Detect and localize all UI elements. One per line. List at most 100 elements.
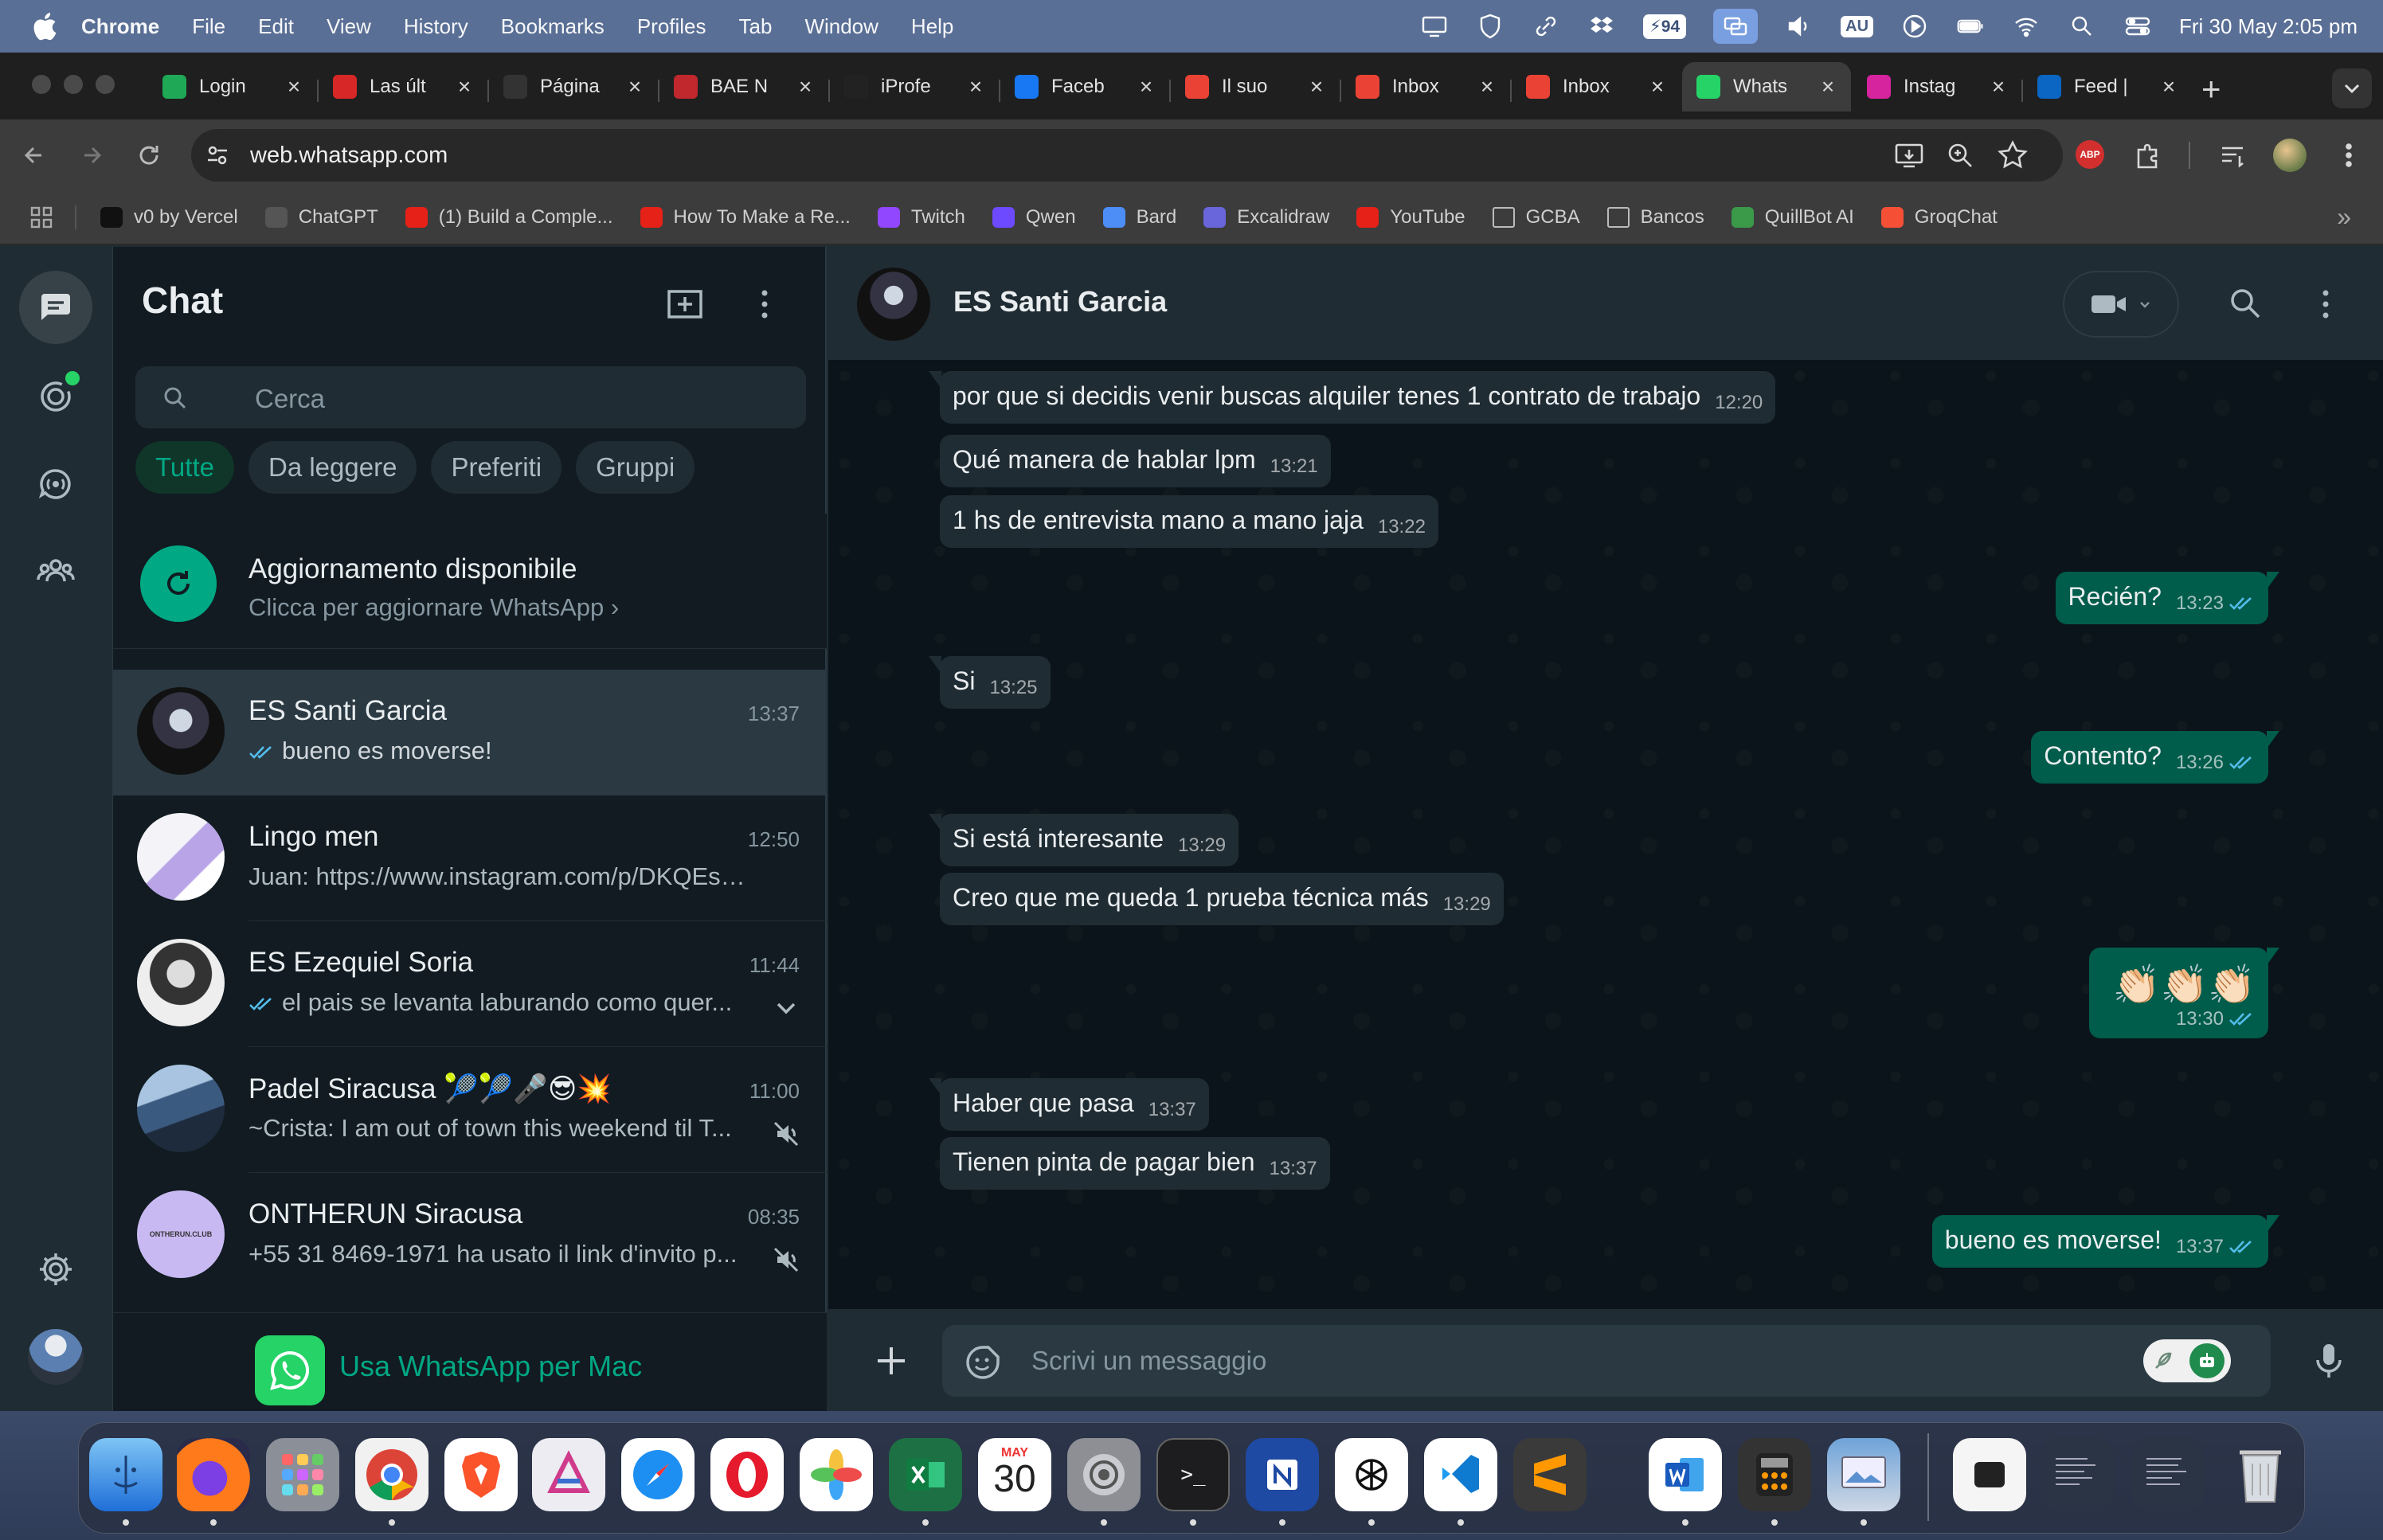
tab-close-icon[interactable]: ×: [1990, 74, 2007, 100]
rail-profile-button[interactable]: [19, 1320, 92, 1393]
control-center-icon[interactable]: [2123, 12, 2152, 41]
filter-chip-groups[interactable]: Gruppi: [576, 441, 695, 494]
menu-view[interactable]: View: [327, 14, 371, 39]
menu-history[interactable]: History: [404, 14, 468, 39]
filter-chip-favorites[interactable]: Preferiti: [431, 441, 562, 494]
dock-photos-icon[interactable]: [800, 1438, 873, 1511]
bookmark-12[interactable]: GroqChat: [1880, 206, 1998, 229]
tab-ml-1[interactable]: Las últ ×: [319, 62, 487, 111]
volume-icon[interactable]: [1785, 12, 1814, 41]
incoming-message[interactable]: Creo que me queda 1 prueba técnica más 13…: [940, 873, 1504, 925]
incoming-message[interactable]: por que si decidis venir buscas alquiler…: [929, 371, 1776, 424]
tab-close-icon[interactable]: ×: [626, 74, 644, 100]
kebab-menu-icon[interactable]: [2332, 139, 2365, 172]
bookmark-3[interactable]: How To Make a Re...: [640, 206, 851, 229]
bookmark-7[interactable]: Excalidraw: [1203, 206, 1329, 229]
chat-row-ezequiel-soria[interactable]: ES Ezequiel Soria 11:44 el pais se levan…: [113, 921, 827, 1047]
rail-status-button[interactable]: [19, 360, 92, 433]
reading-list-icon[interactable]: [2216, 139, 2249, 172]
chat-row-lingo-men[interactable]: Lingo men 12:50 Juan: https://www.instag…: [113, 795, 827, 921]
dock-opera-icon[interactable]: [710, 1438, 784, 1511]
menu-file[interactable]: File: [192, 14, 225, 39]
dock-finder-icon[interactable]: [89, 1438, 162, 1511]
play-icon[interactable]: [1900, 12, 1929, 41]
tab-close-icon[interactable]: ×: [1478, 74, 1496, 100]
dock-notion-icon[interactable]: [1246, 1438, 1319, 1511]
menu-edit[interactable]: Edit: [258, 14, 294, 39]
dock-firefox-icon[interactable]: [177, 1438, 250, 1511]
outgoing-message[interactable]: Contento? 13:26: [2031, 731, 2279, 784]
dock-chatgpt-icon[interactable]: [1335, 1438, 1408, 1511]
dock-system-settings-icon[interactable]: [1067, 1438, 1141, 1511]
dock-launchpad-icon[interactable]: [266, 1438, 339, 1511]
menu-app-chrome[interactable]: Chrome: [81, 14, 159, 39]
tab-close-icon[interactable]: ×: [1649, 74, 1666, 100]
link-icon[interactable]: [1532, 12, 1560, 41]
dock-preview-icon[interactable]: [1827, 1438, 1900, 1511]
emoji-sticker-icon[interactable]: [965, 1344, 1001, 1381]
attach-plus-icon[interactable]: [873, 1343, 910, 1379]
tab-facebook-5[interactable]: Faceb ×: [1000, 62, 1169, 111]
tab-instagram-10[interactable]: Instag ×: [1853, 62, 2021, 111]
incoming-message[interactable]: 1 hs de entrevista mano a mano jaja 13:22: [940, 495, 1438, 548]
back-arrow-icon[interactable]: [16, 137, 53, 174]
shield-icon[interactable]: [1476, 12, 1505, 41]
menu-bookmarks[interactable]: Bookmarks: [501, 14, 605, 39]
tab-whatsapp-9[interactable]: Whats ×: [1682, 62, 1851, 111]
dock-word-icon[interactable]: [1649, 1438, 1722, 1511]
chat-list-menu-icon[interactable]: [755, 285, 774, 323]
dock-affinity-icon[interactable]: [532, 1438, 605, 1511]
reload-icon[interactable]: [131, 137, 167, 174]
incoming-message[interactable]: Si está interesante 13:29: [929, 814, 1239, 866]
tab-linkedin-11[interactable]: Feed | ×: [2023, 62, 2192, 111]
chat-row-padel-siracusa[interactable]: Padel Siracusa 🎾🎾🎤😎💥 11:00 ~Crista: I am…: [113, 1047, 827, 1173]
tab-search-button[interactable]: [2332, 68, 2372, 108]
bookmark-2[interactable]: (1) Build a Comple...: [405, 206, 613, 229]
search-icon[interactable]: [2227, 285, 2264, 322]
bookmark-star-icon[interactable]: [1996, 139, 2029, 172]
dock-recent-window-2[interactable]: [2131, 1438, 2205, 1511]
more-bookmarks-chevron-icon[interactable]: »: [2337, 202, 2351, 232]
extensions-puzzle-icon[interactable]: [2131, 139, 2165, 172]
new-tab-button[interactable]: +: [2201, 70, 2221, 108]
window-zoom-button[interactable]: [96, 75, 115, 94]
bookmark-9[interactable]: GCBA: [1492, 206, 1580, 229]
profile-avatar[interactable]: [2273, 139, 2307, 172]
bookmark-1[interactable]: ChatGPT: [264, 206, 378, 229]
outgoing-message[interactable]: 👏🏻👏🏻👏🏻 13:30: [2088, 948, 2279, 1038]
incoming-message[interactable]: Qué manera de hablar lpm 13:21: [940, 435, 1331, 487]
message-input[interactable]: Scrivi un messaggio: [942, 1325, 2271, 1397]
tab-bae-3[interactable]: BAE N ×: [659, 62, 828, 111]
bookmark-6[interactable]: Bard: [1102, 206, 1176, 229]
tab-gmail-6[interactable]: Il suo ×: [1171, 62, 1340, 111]
wifi-icon[interactable]: [2012, 12, 2041, 41]
tab-close-icon[interactable]: ×: [1819, 74, 1837, 100]
screen-share-icon[interactable]: [1420, 12, 1449, 41]
tab-close-icon[interactable]: ×: [1137, 74, 1155, 100]
incoming-message[interactable]: Haber que pasa 13:37: [929, 1078, 1209, 1131]
window-minimize-button[interactable]: [64, 75, 83, 94]
dock-terminal-icon[interactable]: >_: [1156, 1438, 1230, 1511]
menu-profiles[interactable]: Profiles: [637, 14, 706, 39]
chevron-down-icon[interactable]: [771, 993, 801, 1023]
rail-chats-button[interactable]: [19, 271, 92, 344]
tab-close-icon[interactable]: ×: [285, 74, 303, 100]
rail-communities-button[interactable]: [19, 535, 92, 608]
menu-window[interactable]: Window: [804, 14, 878, 39]
menu-tab[interactable]: Tab: [739, 14, 773, 39]
tab-close-icon[interactable]: ×: [456, 74, 473, 100]
microphone-icon[interactable]: [2313, 1341, 2345, 1381]
chat-row-ontherun-siracusa[interactable]: ONTHERUN.CLUB ONTHERUN Siracusa 08:35 +5…: [113, 1173, 827, 1299]
dock-calculator-icon[interactable]: [1738, 1438, 1811, 1511]
contact-avatar[interactable]: [857, 268, 930, 341]
filter-chip-unread[interactable]: Da leggere: [248, 441, 417, 494]
conversation-menu-icon[interactable]: [2316, 285, 2335, 323]
incoming-message[interactable]: Tienen pinta de pagar bien 13:37: [940, 1137, 1330, 1190]
dock-trash-icon[interactable]: [2224, 1438, 2297, 1511]
bookmark-5[interactable]: Qwen: [992, 206, 1076, 229]
filter-chip-all[interactable]: Tutte: [135, 441, 234, 494]
adblock-extension-icon[interactable]: ABP: [2076, 140, 2104, 169]
menu-help[interactable]: Help: [911, 14, 953, 39]
apple-icon[interactable]: [30, 10, 57, 42]
bookmark-11[interactable]: QuillBot AI: [1731, 206, 1854, 229]
